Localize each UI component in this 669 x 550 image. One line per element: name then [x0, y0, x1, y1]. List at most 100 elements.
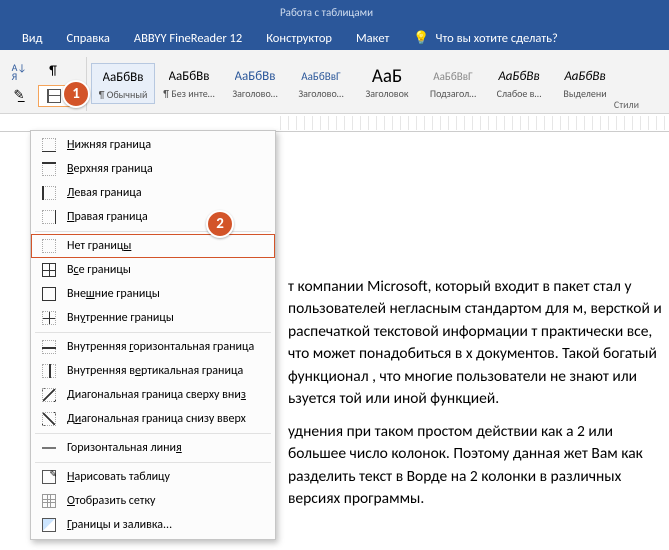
borders-icon [47, 89, 61, 103]
menu-item-label: Все границы [67, 263, 131, 277]
menu-item-label: Внешние границы [67, 287, 160, 301]
borders-menu-item[interactable]: Нижняя граница [31, 133, 275, 157]
style-preview: АаБбВвГ [433, 65, 472, 87]
tab-abbyy[interactable]: ABBYY FineReader 12 [122, 27, 254, 50]
ribbon: A↓Я ✎̲ ¶ ▼ АаБбВв¶ ОбычныйАаБбВв¶ Без ин… [0, 50, 669, 114]
tab-help[interactable]: Справка [55, 27, 122, 50]
styles-group-label: Стили [614, 98, 639, 111]
menu-item-label: Внутренние границы [67, 311, 174, 325]
style-item[interactable]: АаБбВвВыделени [553, 63, 617, 104]
style-preview: АаБбВв [564, 65, 605, 87]
menu-separator [35, 231, 271, 232]
style-name: Выделени [563, 87, 606, 100]
style-name: Слабое в… [497, 87, 542, 100]
style-item[interactable]: АаБбВвГПодзагол… [421, 63, 485, 104]
style-item[interactable]: АаБбВв¶ Обычный [91, 63, 155, 104]
border-type-icon [41, 262, 57, 278]
menu-separator [35, 332, 271, 333]
border-type-icon [41, 137, 57, 153]
doc-paragraph[interactable]: т компании Microsoft, который входит в п… [288, 276, 663, 411]
menu-item-label: Нет границы [67, 239, 131, 253]
ribbon-tabs: Вид Справка ABBYY FineReader 12 Конструк… [0, 26, 570, 50]
menu-item-label: Границы и заливка... [67, 518, 172, 532]
borders-dropdown-menu: Нижняя граница Верхняя граница Левая грани… [30, 130, 276, 540]
style-preview: АаБбВв [169, 65, 210, 87]
border-type-icon [41, 387, 57, 403]
borders-menu-item[interactable]: Отобразить сетку [31, 489, 275, 513]
style-name: Заголовок [365, 87, 408, 100]
borders-menu-item[interactable]: Горизонтальная линия [31, 436, 275, 460]
styles-gallery: АаБбВв¶ ОбычныйАаБбВв¶ Без инте…АаБбВвЗа… [91, 63, 617, 104]
doc-paragraph[interactable]: уднения при таком простом действии как а… [288, 421, 663, 511]
bulb-icon: 💡 [413, 31, 429, 46]
border-type-icon [41, 493, 57, 509]
menu-separator [35, 462, 271, 463]
style-name: Подзагол… [430, 87, 476, 100]
style-preview: АаБбВв [235, 65, 276, 87]
borders-menu-item[interactable]: Внутренняя горизонтальная граница [31, 335, 275, 359]
style-preview: АаБ [372, 65, 402, 87]
style-item[interactable]: АаБЗаголовок [355, 63, 419, 104]
menu-item-label: Нарисовать таблицу [67, 470, 170, 484]
menu-separator [35, 433, 271, 434]
menu-item-label: Внутренняя вертикальная граница [67, 364, 243, 378]
menu-item-label: Правая граница [67, 210, 148, 224]
border-type-icon [41, 517, 57, 533]
callout-marker-1: 1 [62, 80, 90, 108]
style-name: Заголово… [298, 87, 343, 100]
menu-item-label: Верхняя граница [67, 162, 153, 176]
context-tab-title: Работа с таблицами [280, 6, 373, 19]
borders-menu-item[interactable]: Нет границы [31, 234, 275, 258]
tell-me-label: Что вы хотите сделать? [436, 31, 558, 46]
borders-menu-item[interactable]: Верхняя граница [31, 157, 275, 181]
paragraph-marks-button[interactable]: ¶ [38, 61, 68, 83]
callout-marker-2: 2 [206, 210, 234, 238]
borders-menu-item[interactable]: Диагональная граница снизу вверх [31, 407, 275, 431]
border-type-icon [41, 209, 57, 225]
borders-menu-item[interactable]: Левая граница [31, 181, 275, 205]
style-item[interactable]: АаБбВвЗаголово… [223, 63, 287, 104]
tab-view[interactable]: Вид [10, 27, 55, 50]
document-body[interactable]: т компании Microsoft, который входит в п… [280, 166, 667, 531]
sort-button[interactable]: A↓Я [4, 61, 34, 83]
menu-item-label: Нижняя граница [67, 138, 151, 152]
border-type-icon [41, 469, 57, 485]
menu-item-label: Отобразить сетку [67, 494, 155, 508]
tab-designer[interactable]: Конструктор [254, 27, 344, 50]
borders-menu-item[interactable]: Внешние границы [31, 282, 275, 306]
menu-item-label: Горизонтальная линия [67, 441, 182, 455]
menu-item-label: Диагональная граница сверху вниз [67, 388, 246, 402]
borders-menu-item[interactable]: Внутренняя вертикальная граница [31, 359, 275, 383]
borders-menu-item[interactable]: Диагональная граница сверху вниз [31, 383, 275, 407]
border-type-icon [41, 440, 57, 456]
border-type-icon [41, 286, 57, 302]
style-preview: АаБбВв [103, 66, 144, 88]
border-type-icon [41, 363, 57, 379]
menu-item-label: Внутренняя горизонтальная граница [67, 340, 254, 354]
style-name: ¶ Обычный [99, 88, 148, 101]
tab-layout[interactable]: Макет [344, 27, 401, 50]
format-painter-button[interactable]: ✎̲ [4, 85, 34, 107]
border-type-icon [41, 310, 57, 326]
border-type-icon [41, 238, 57, 254]
border-type-icon [41, 161, 57, 177]
borders-menu-item[interactable]: Правая граница [31, 205, 275, 229]
tell-me-search[interactable]: 💡 Что вы хотите сделать? [401, 27, 569, 50]
style-item[interactable]: АаБбВвГЗаголово… [289, 63, 353, 104]
borders-menu-item[interactable]: Границы и заливка... [31, 513, 275, 537]
style-preview: АаБбВв [498, 65, 539, 87]
style-name: ¶ Без инте… [163, 87, 214, 100]
style-item[interactable]: АаБбВв¶ Без инте… [157, 63, 221, 104]
borders-menu-item[interactable]: Внутренние границы [31, 306, 275, 330]
border-type-icon [41, 185, 57, 201]
border-type-icon [41, 339, 57, 355]
title-bar: Работа с таблицами Вид Справка ABBYY Fin… [0, 0, 669, 50]
border-type-icon [41, 411, 57, 427]
style-name: Заголово… [232, 87, 277, 100]
menu-item-label: Левая граница [67, 186, 142, 200]
style-preview: АаБбВвГ [301, 65, 340, 87]
borders-menu-item[interactable]: Нарисовать таблицу [31, 465, 275, 489]
style-item[interactable]: АаБбВвСлабое в… [487, 63, 551, 104]
menu-item-label: Диагональная граница снизу вверх [67, 412, 246, 426]
borders-menu-item[interactable]: Все границы [31, 258, 275, 282]
